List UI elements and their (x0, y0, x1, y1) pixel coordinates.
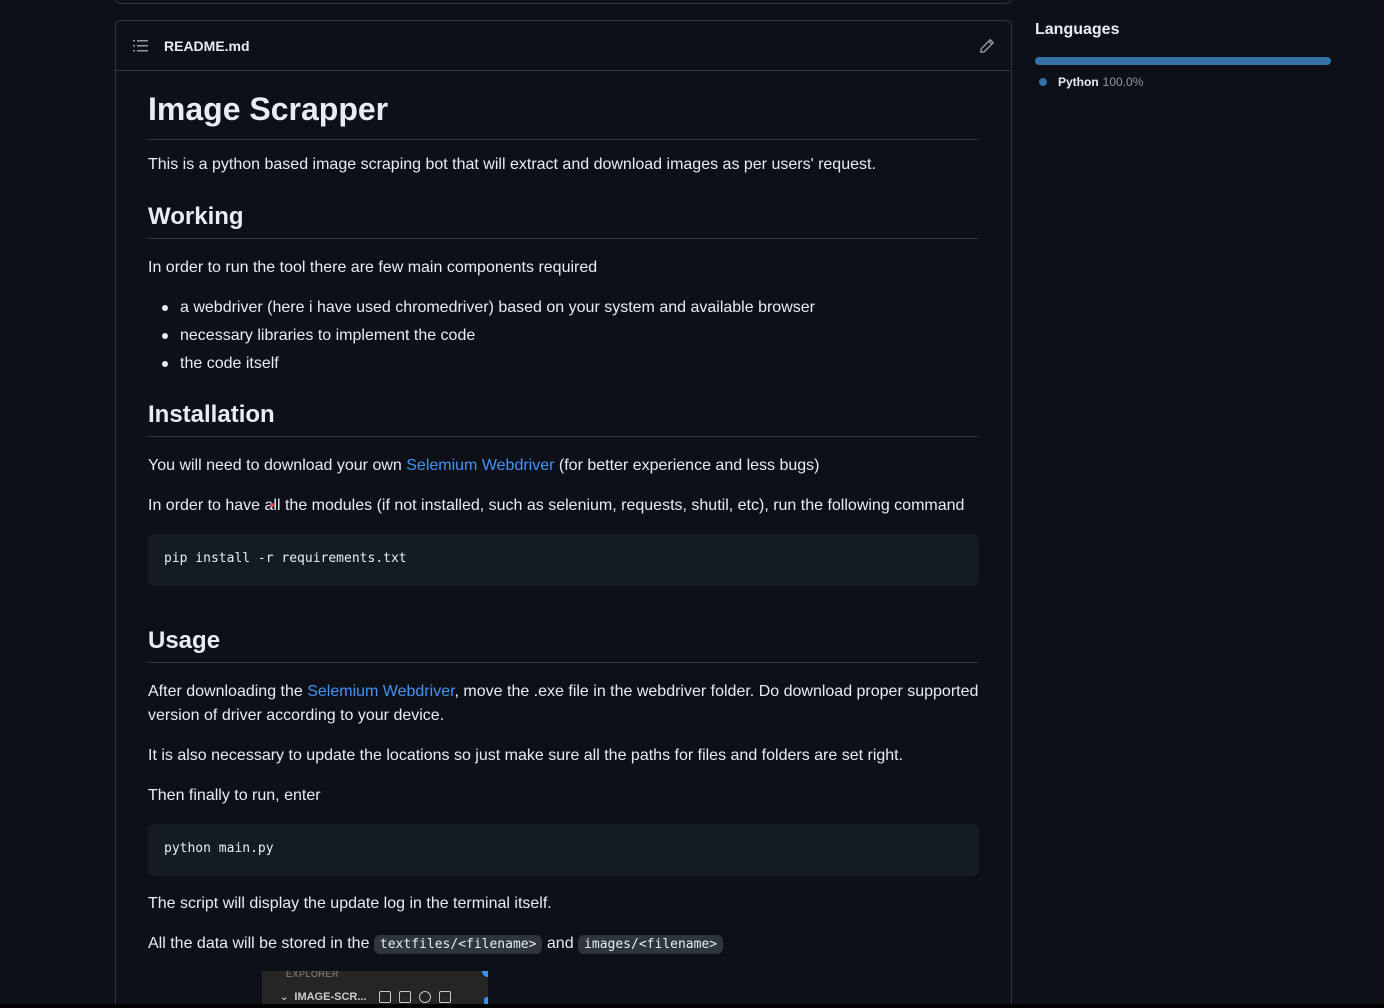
language-percent: 100.0% (1102, 75, 1144, 89)
install-code-block[interactable]: pip install -r requirements.txt (148, 534, 979, 586)
run-code-block[interactable]: python main.py (148, 824, 979, 876)
outline-list-icon[interactable] (133, 39, 149, 53)
language-name: Python (1058, 75, 1099, 89)
accent-marks (482, 971, 488, 1008)
refresh-icon (418, 991, 431, 1003)
language-color-dot (1039, 78, 1047, 86)
selenium-webdriver-link[interactable]: Selemium Webdriver (406, 457, 554, 474)
text-span: (for better experience and less bugs) (554, 457, 820, 474)
text-span: and (542, 935, 579, 952)
text-span: You will need to download your own (148, 457, 407, 474)
usage-paragraph-5: All the data will be stored in the textf… (148, 932, 979, 957)
red-dot-marker (270, 503, 274, 507)
working-list: a webdriver (here i have used chromedriv… (148, 294, 979, 378)
selenium-webdriver-link[interactable]: Selemium Webdriver (307, 683, 454, 700)
new-folder-icon (398, 991, 411, 1003)
text-span: After downloading the (148, 683, 308, 700)
readme-filename: README.md (164, 38, 250, 54)
readme-title-heading: Image Scrapper (148, 89, 979, 140)
language-item-python[interactable]: Python 100.0% (1035, 75, 1331, 89)
page: README.md Image Scrapper This is a pytho… (0, 0, 1384, 1008)
previous-card-edge (115, 0, 1012, 4)
intro-paragraph: This is a python based image scraping bo… (148, 156, 876, 173)
usage-paragraph-3: Then finally to run, enter (148, 787, 321, 804)
inline-code-images: images/<filename> (578, 935, 724, 954)
explorer-tools (378, 991, 451, 1003)
installation-paragraph-1: You will need to download your own Selem… (148, 454, 979, 478)
working-heading: Working (148, 202, 979, 239)
explorer-label: EXPLORER (286, 971, 340, 979)
collapse-all-icon (438, 991, 451, 1003)
readme-card: README.md Image Scrapper This is a pytho… (115, 20, 1012, 1008)
chevron-down-icon: ⌄ (280, 991, 289, 1003)
languages-section: Languages Python 100.0% (1035, 20, 1331, 89)
usage-paragraph-1: After downloading the Selemium Webdriver… (148, 680, 979, 728)
text-span: All the data will be stored in the (148, 935, 374, 952)
folder-label: IMAGE-SCR... (294, 991, 367, 1003)
languages-bar (1035, 57, 1331, 65)
languages-heading: Languages (1035, 21, 1120, 38)
run-command: python main.py (164, 841, 274, 856)
pencil-icon[interactable] (979, 38, 995, 54)
working-paragraph: In order to run the tool there are few m… (148, 259, 598, 276)
list-item: a webdriver (here i have used chromedriv… (148, 294, 979, 322)
embedded-screenshot: EXPLORER ⌄ IMAGE-SCR... (262, 971, 488, 1008)
readme-header: README.md (116, 21, 1011, 71)
list-item: the code itself (148, 350, 979, 378)
usage-heading: Usage (148, 626, 979, 663)
usage-paragraph-4: The script will display the update log i… (148, 895, 552, 912)
bottom-edge (0, 1004, 1384, 1008)
explorer-folder-row: ⌄ IMAGE-SCR... (280, 991, 451, 1003)
installation-heading: Installation (148, 400, 979, 437)
new-file-icon (378, 991, 391, 1003)
install-command: pip install -r requirements.txt (164, 551, 407, 566)
list-item: necessary libraries to implement the cod… (148, 322, 979, 350)
usage-paragraph-2: It is also necessary to update the locat… (148, 747, 904, 764)
inline-code-textfiles: textfiles/<filename> (373, 935, 543, 954)
languages-bar-fill-python (1035, 57, 1331, 65)
